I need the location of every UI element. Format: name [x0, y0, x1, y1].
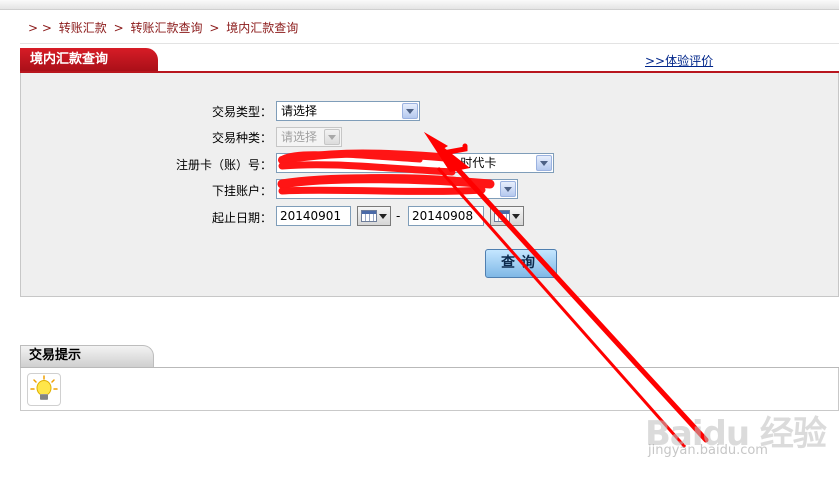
breadcrumb-item-transfer[interactable]: 转账汇款: [59, 21, 107, 35]
breadcrumb-prefix: > >: [28, 21, 52, 35]
calendar-grid-icon: [361, 210, 377, 222]
calendar-icon[interactable]: [357, 206, 391, 226]
divider: [20, 43, 839, 44]
breadcrumb-item-current: 境内汇款查询: [226, 21, 299, 35]
breadcrumb: > > 转账汇款 > 转账汇款查询 > 境内汇款查询: [28, 19, 301, 36]
trade-type-select[interactable]: 请选择: [276, 101, 420, 121]
start-date-input[interactable]: 20140901: [276, 206, 351, 226]
lightbulb-icon: [27, 373, 61, 406]
sub-account-select[interactable]: [276, 179, 518, 199]
chevron-down-icon[interactable]: [402, 103, 418, 119]
query-button[interactable]: 查询: [485, 249, 557, 278]
breadcrumb-separator: >: [113, 21, 124, 35]
card-number-label: 注册卡（账）号：: [175, 158, 272, 172]
calendar-grid-icon: [494, 210, 510, 222]
card-number-select[interactable]: e时代卡: [276, 153, 554, 173]
date-separator: -: [396, 209, 401, 223]
date-range-label: 起止日期：: [211, 211, 272, 225]
trade-type-label: 交易类型：: [211, 105, 272, 119]
trade-type-value: 请选择: [281, 104, 318, 118]
sub-account-label: 下挂账户：: [211, 184, 272, 198]
trade-kind-label: 交易种类：: [211, 131, 272, 145]
card-type-text: e时代卡: [453, 156, 497, 170]
trade-kind-value: 请选择: [281, 130, 318, 144]
chevron-down-icon[interactable]: [536, 155, 552, 171]
chevron-down-icon[interactable]: [500, 181, 516, 197]
watermark-url: jingyan.baidu.com: [648, 443, 768, 458]
calendar-icon[interactable]: [490, 206, 524, 226]
trade-kind-select[interactable]: 请选择: [276, 127, 342, 147]
panel-title: 境内汇款查询: [20, 48, 158, 72]
lightbulb-svg: [30, 375, 58, 400]
end-date-input[interactable]: 20140908: [408, 206, 484, 226]
chevron-down-icon: [379, 214, 387, 219]
breadcrumb-separator: >: [209, 21, 220, 35]
tips-box: [20, 368, 839, 411]
tips-title: 交易提示: [20, 345, 154, 367]
breadcrumb-item-transfer-query[interactable]: 转账汇款查询: [131, 21, 203, 35]
evaluate-link[interactable]: >>体验评价: [645, 52, 713, 69]
top-nav-bar: [0, 0, 839, 10]
chevron-down-icon: [324, 129, 340, 145]
chevron-down-icon: [512, 214, 520, 219]
